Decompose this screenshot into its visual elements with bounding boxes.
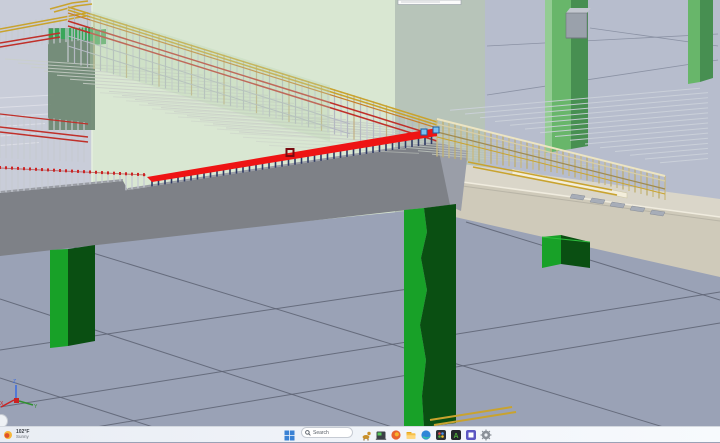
taskbar-icon-photos-app[interactable] — [435, 429, 447, 441]
taskbar-icon-edge-browser[interactable] — [420, 429, 432, 441]
taskbar: 102°F Sunny Search A — [0, 426, 720, 442]
pinned-app-dark-icon — [375, 429, 387, 441]
browser-orange-icon — [390, 429, 402, 441]
photos-app-icon — [435, 429, 447, 441]
column-left[interactable] — [50, 245, 95, 348]
selection-handle[interactable] — [421, 129, 427, 135]
taskbar-icon-office-app[interactable] — [465, 429, 477, 441]
selection-handle[interactable] — [433, 127, 439, 133]
taskbar-icon-browser-orange[interactable] — [390, 429, 402, 441]
start-button[interactable] — [284, 427, 295, 443]
pinned-app-cad-icon — [360, 429, 372, 441]
app-a-icon: A — [450, 429, 462, 441]
file-explorer-icon — [405, 429, 417, 441]
ucs-origin — [14, 398, 19, 403]
search-placeholder: Search — [313, 430, 329, 436]
taskbar-icon-settings-app[interactable] — [480, 429, 492, 441]
office-app-icon — [465, 429, 477, 441]
column-upper-deck-far[interactable] — [688, 0, 713, 84]
taskbar-icon-app-a[interactable]: A — [450, 429, 462, 441]
weather-widget[interactable]: 102°F Sunny — [3, 427, 29, 443]
settings-app-icon — [480, 429, 492, 441]
taskbar-icon-pinned-app-dark[interactable] — [375, 429, 387, 441]
weather-condition: Sunny — [16, 435, 29, 440]
windows-logo-icon — [284, 430, 295, 441]
edge-browser-icon — [420, 429, 432, 441]
model-viewport[interactable]: ZXY — [0, 0, 720, 426]
axis-z-label: Z — [13, 379, 16, 385]
search-box[interactable]: Search — [301, 427, 353, 438]
taskbar-pinned-icons: A — [360, 427, 492, 443]
steel-cube-embed[interactable] — [566, 8, 591, 38]
svg-text:A: A — [453, 433, 458, 440]
taskbar-icon-pinned-app-cad[interactable] — [360, 429, 372, 441]
taskbar-icon-file-explorer[interactable] — [405, 429, 417, 441]
search-icon — [305, 430, 311, 436]
weather-sun-icon — [3, 430, 13, 440]
